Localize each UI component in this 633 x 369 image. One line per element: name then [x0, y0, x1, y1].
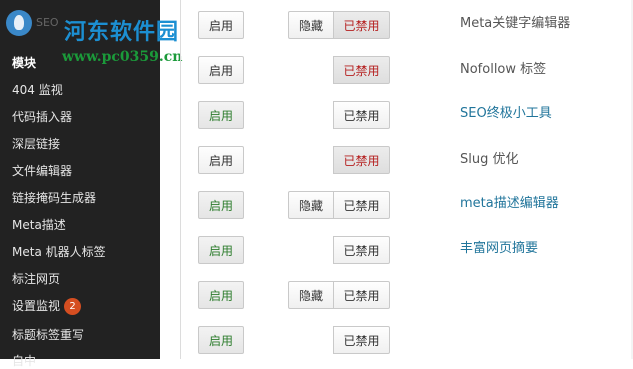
sidebar-item-link-mask[interactable]: 链接掩码生成器 — [12, 189, 96, 206]
enable-button[interactable]: 启用 — [198, 146, 244, 174]
disabled-button[interactable]: 已禁用 — [333, 236, 390, 264]
enable-button[interactable]: 启用 — [198, 236, 244, 264]
module-name: Meta关键字编辑器 — [460, 16, 571, 31]
sidebar-item-meta-description[interactable]: Meta描述 — [12, 216, 66, 233]
enable-button[interactable]: 启用 — [198, 191, 244, 219]
sidebar-item-markup[interactable]: 标注网页 — [12, 270, 60, 287]
enable-button[interactable]: 启用 — [198, 326, 244, 354]
enable-button[interactable]: 启用 — [198, 101, 244, 129]
enable-button[interactable]: 启用 — [198, 11, 244, 39]
module-name: Slug 优化 — [460, 152, 519, 167]
notification-badge: 2 — [64, 298, 82, 315]
hide-button[interactable]: 隐藏 — [288, 11, 334, 39]
enable-button[interactable]: 启用 — [198, 56, 244, 84]
module-name: Nofollow 标签 — [460, 62, 547, 77]
sidebar-item-modules[interactable]: 模块 — [12, 54, 36, 71]
disabled-button[interactable]: 已禁用 — [333, 146, 390, 174]
enable-button[interactable]: 启用 — [198, 281, 244, 309]
content-divider — [180, 0, 181, 359]
disabled-button[interactable]: 已禁用 — [333, 326, 390, 354]
sidebar-item-settings-monitor[interactable]: 设置监视 2 — [12, 297, 82, 315]
sidebar-item-deep-links[interactable]: 深层链接 — [12, 135, 60, 152]
hide-button[interactable]: 隐藏 — [288, 281, 334, 309]
disabled-button[interactable]: 已禁用 — [333, 101, 390, 129]
site-logo-icon — [6, 10, 32, 36]
sidebar-item-meta-robots[interactable]: Meta 机器人标签 — [12, 243, 106, 260]
sidebar-item-404-monitor[interactable]: 404 监视 — [12, 81, 63, 98]
sidebar-item-label: 设置监视 — [12, 299, 61, 313]
disabled-button[interactable]: 已禁用 — [333, 281, 390, 309]
watermark-url: www.pc0359.cn — [62, 49, 183, 65]
module-name-link[interactable]: 丰富网页摘要 — [460, 237, 538, 256]
disabled-button[interactable]: 已禁用 — [333, 191, 390, 219]
sidebar-item-file-editor[interactable]: 文件编辑器 — [12, 162, 72, 179]
hide-button[interactable]: 隐藏 — [288, 191, 334, 219]
module-name-link[interactable]: meta描述编辑器 — [460, 192, 559, 211]
disabled-button[interactable]: 已禁用 — [333, 56, 390, 84]
seo-menu-label: SEO — [36, 16, 59, 29]
sidebar-item-code-inserter[interactable]: 代码插入器 — [12, 108, 72, 125]
watermark-title: 河东软件园 — [64, 19, 180, 45]
sidebar-item-title-rewrite[interactable]: 标题标签重写 — [12, 326, 84, 343]
sidebar-item-cutoff[interactable]: 自中 — [12, 352, 36, 369]
module-name-link[interactable]: SEO终极小工具 — [460, 102, 552, 121]
disabled-button[interactable]: 已禁用 — [333, 11, 390, 39]
